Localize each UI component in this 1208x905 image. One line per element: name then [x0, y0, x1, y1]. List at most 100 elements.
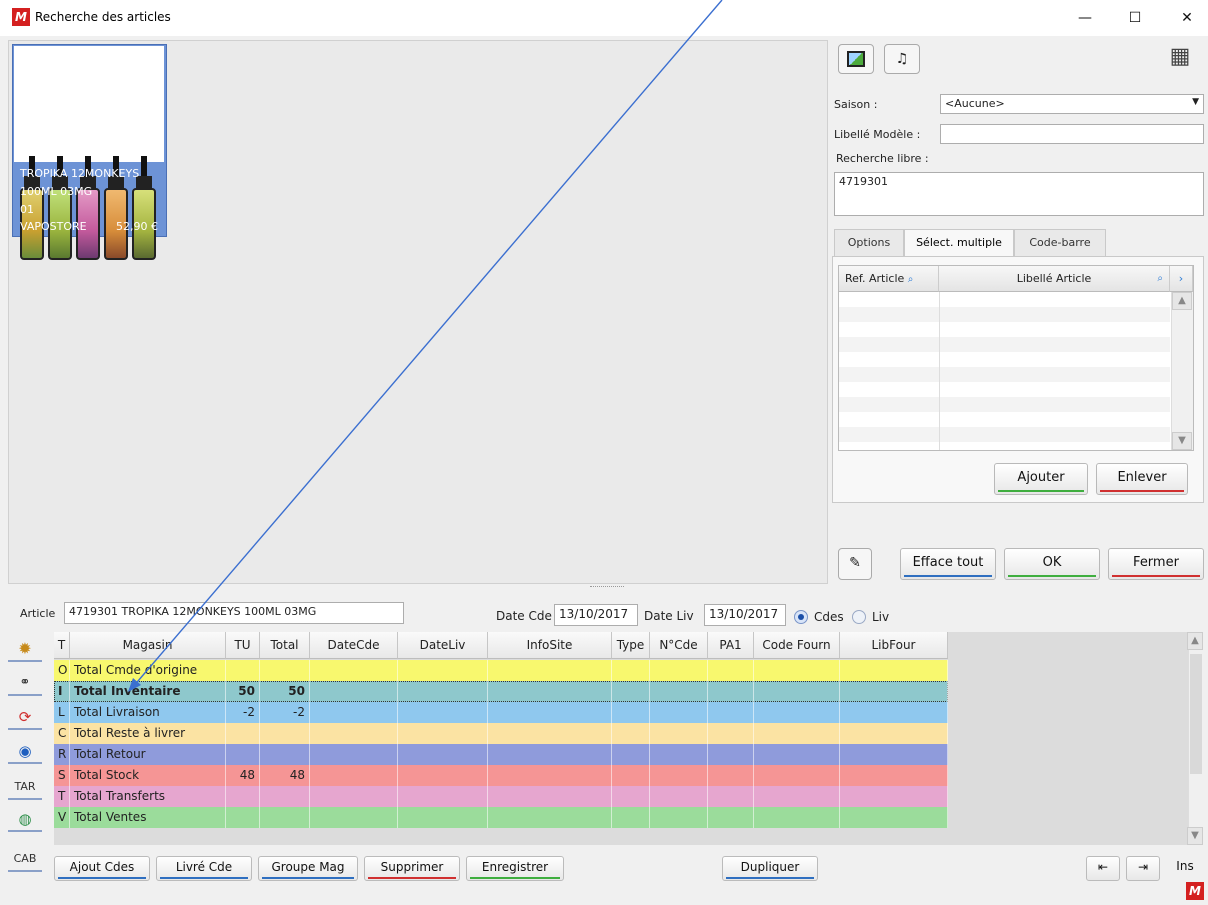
tar-tool[interactable]: TAR	[8, 776, 42, 800]
tool-button[interactable]: ✎	[838, 548, 872, 580]
search-icon[interactable]: ⌕	[908, 274, 914, 285]
header-type[interactable]: Type	[612, 632, 650, 659]
import-icon: ⇤	[1097, 860, 1109, 874]
ajouter-button[interactable]: Ajouter	[994, 463, 1088, 495]
minimize-button[interactable]: —	[1070, 6, 1100, 30]
header-infosite[interactable]: InfoSite	[488, 632, 612, 659]
libelle-input[interactable]	[940, 124, 1204, 144]
cell-empty	[708, 681, 754, 702]
saison-label: Saison :	[834, 98, 878, 111]
ajout-cdes-label: Ajout Cdes	[69, 860, 135, 874]
ref-article-header[interactable]: Ref. Article ⌕	[839, 266, 939, 292]
article-input[interactable]: 4719301 TROPIKA 12MONKEYS 100ML 03MG	[64, 602, 404, 624]
recherche-textarea[interactable]: 4719301	[834, 172, 1204, 216]
header-t[interactable]: T	[54, 632, 70, 659]
cell-empty	[310, 786, 398, 807]
cell-magasin: Total Stock	[70, 765, 226, 786]
tab-options[interactable]: Options	[834, 229, 904, 257]
grid-scrollbar[interactable]: ▲ ▼	[1187, 632, 1204, 845]
multi-select-scrollbar[interactable]: ▲ ▼	[1171, 292, 1193, 450]
supprimer-button[interactable]: Supprimer	[364, 856, 460, 881]
export-button[interactable]: ⇥	[1126, 856, 1160, 881]
cell-empty	[708, 744, 754, 765]
cell-empty	[708, 786, 754, 807]
ajout-cdes-button[interactable]: Ajout Cdes	[54, 856, 150, 881]
table-row[interactable]: R Total Retour	[54, 744, 948, 765]
scroll-up-icon[interactable]: ▲	[1172, 292, 1192, 310]
ins-button[interactable]: Ins	[1166, 856, 1204, 881]
image-view-button[interactable]	[838, 44, 874, 74]
enlever-button[interactable]: Enlever	[1096, 463, 1188, 495]
table-row[interactable]: C Total Reste à livrer	[54, 723, 948, 744]
date-liv-input[interactable]: 13/10/2017	[704, 604, 786, 626]
date-cde-input[interactable]: 13/10/2017	[554, 604, 638, 626]
saison-select[interactable]: <Aucune> ▼	[940, 94, 1204, 114]
maximize-button[interactable]: ☐	[1120, 6, 1150, 30]
livre-cde-button[interactable]: Livré Cde	[156, 856, 252, 881]
scroll-down-icon[interactable]: ▼	[1187, 827, 1203, 845]
header-ncde[interactable]: N°Cde	[650, 632, 708, 659]
table-row[interactable]: S Total Stock 48 48	[54, 765, 948, 786]
dupliquer-button[interactable]: Dupliquer	[722, 856, 818, 881]
settings-tool[interactable]: ✹	[8, 638, 42, 662]
app-logo-small: M	[1186, 882, 1204, 900]
cell-empty	[612, 702, 650, 723]
header-magasin[interactable]: Magasin	[70, 632, 226, 659]
table-row[interactable]: V Total Ventes	[54, 807, 948, 828]
libelle-article-header[interactable]: Libellé Article ⌕	[939, 266, 1170, 292]
cell-empty	[612, 807, 650, 828]
table-row[interactable]: L Total Livraison -2 -2	[54, 702, 948, 723]
cell-empty	[310, 765, 398, 786]
scroll-up-icon[interactable]: ▲	[1187, 632, 1203, 650]
efface-tout-button[interactable]: Efface tout	[900, 548, 996, 580]
cell-total: 48	[260, 765, 310, 786]
cell-empty	[840, 681, 948, 702]
header-tu[interactable]: TU	[226, 632, 260, 659]
header-datecde[interactable]: DateCde	[310, 632, 398, 659]
tab-code-barre[interactable]: Code-barre	[1014, 229, 1106, 257]
header-libfour[interactable]: LibFour	[840, 632, 948, 659]
close-button[interactable]: ✕	[1172, 6, 1202, 30]
table-row[interactable]: I Total Inventaire 50 50	[54, 681, 948, 702]
scroll-down-icon[interactable]: ▼	[1172, 432, 1192, 450]
cell-empty	[650, 807, 708, 828]
refresh-tool[interactable]: ⟳	[8, 706, 42, 730]
header-pa1[interactable]: PA1	[708, 632, 754, 659]
music-view-button[interactable]: ♫	[884, 44, 920, 74]
product-price: 52,90 €	[116, 220, 158, 233]
scroll-right-icon[interactable]: ›	[1170, 266, 1193, 292]
product-size: 100ML 03MG	[20, 185, 93, 198]
cell-tu: -2	[226, 702, 260, 723]
cab-tool[interactable]: CAB	[8, 848, 42, 872]
cell-empty	[398, 702, 488, 723]
cell-tu	[226, 660, 260, 681]
cell-empty	[840, 702, 948, 723]
groupe-mag-button[interactable]: Groupe Mag	[258, 856, 358, 881]
header-dateliv[interactable]: DateLiv	[398, 632, 488, 659]
cell-empty	[754, 723, 840, 744]
splitter-handle[interactable]	[590, 586, 624, 591]
radio-cdes[interactable]	[794, 610, 808, 624]
header-code-fourn[interactable]: Code Fourn	[754, 632, 840, 659]
header-total[interactable]: Total	[260, 632, 310, 659]
table-row[interactable]: T Total Transferts	[54, 786, 948, 807]
table-row[interactable]: O Total Cmde d'origine	[54, 660, 948, 681]
scroll-thumb[interactable]	[1190, 654, 1202, 774]
binoculars-tool[interactable]: ⚭	[8, 672, 42, 696]
ok-button[interactable]: OK	[1004, 548, 1100, 580]
globe-tool[interactable]: ◉	[8, 740, 42, 764]
binoculars-icon: ⚭	[19, 675, 31, 690]
window-title: Recherche des articles	[35, 10, 171, 24]
radio-liv[interactable]	[852, 610, 866, 624]
sync-tool[interactable]: ◍	[8, 808, 42, 832]
cell-empty	[650, 765, 708, 786]
cell-magasin: Total Livraison	[70, 702, 226, 723]
tab-selection-multiple[interactable]: Sélect. multiple	[904, 229, 1014, 257]
grid-pattern-icon[interactable]: ▦	[1166, 44, 1194, 72]
fermer-button[interactable]: Fermer	[1108, 548, 1204, 580]
enregistrer-button[interactable]: Enregistrer	[466, 856, 564, 881]
product-variant: 01	[20, 203, 34, 216]
search-icon[interactable]: ⌕	[1157, 266, 1163, 292]
import-button[interactable]: ⇤	[1086, 856, 1120, 881]
cell-empty	[398, 681, 488, 702]
